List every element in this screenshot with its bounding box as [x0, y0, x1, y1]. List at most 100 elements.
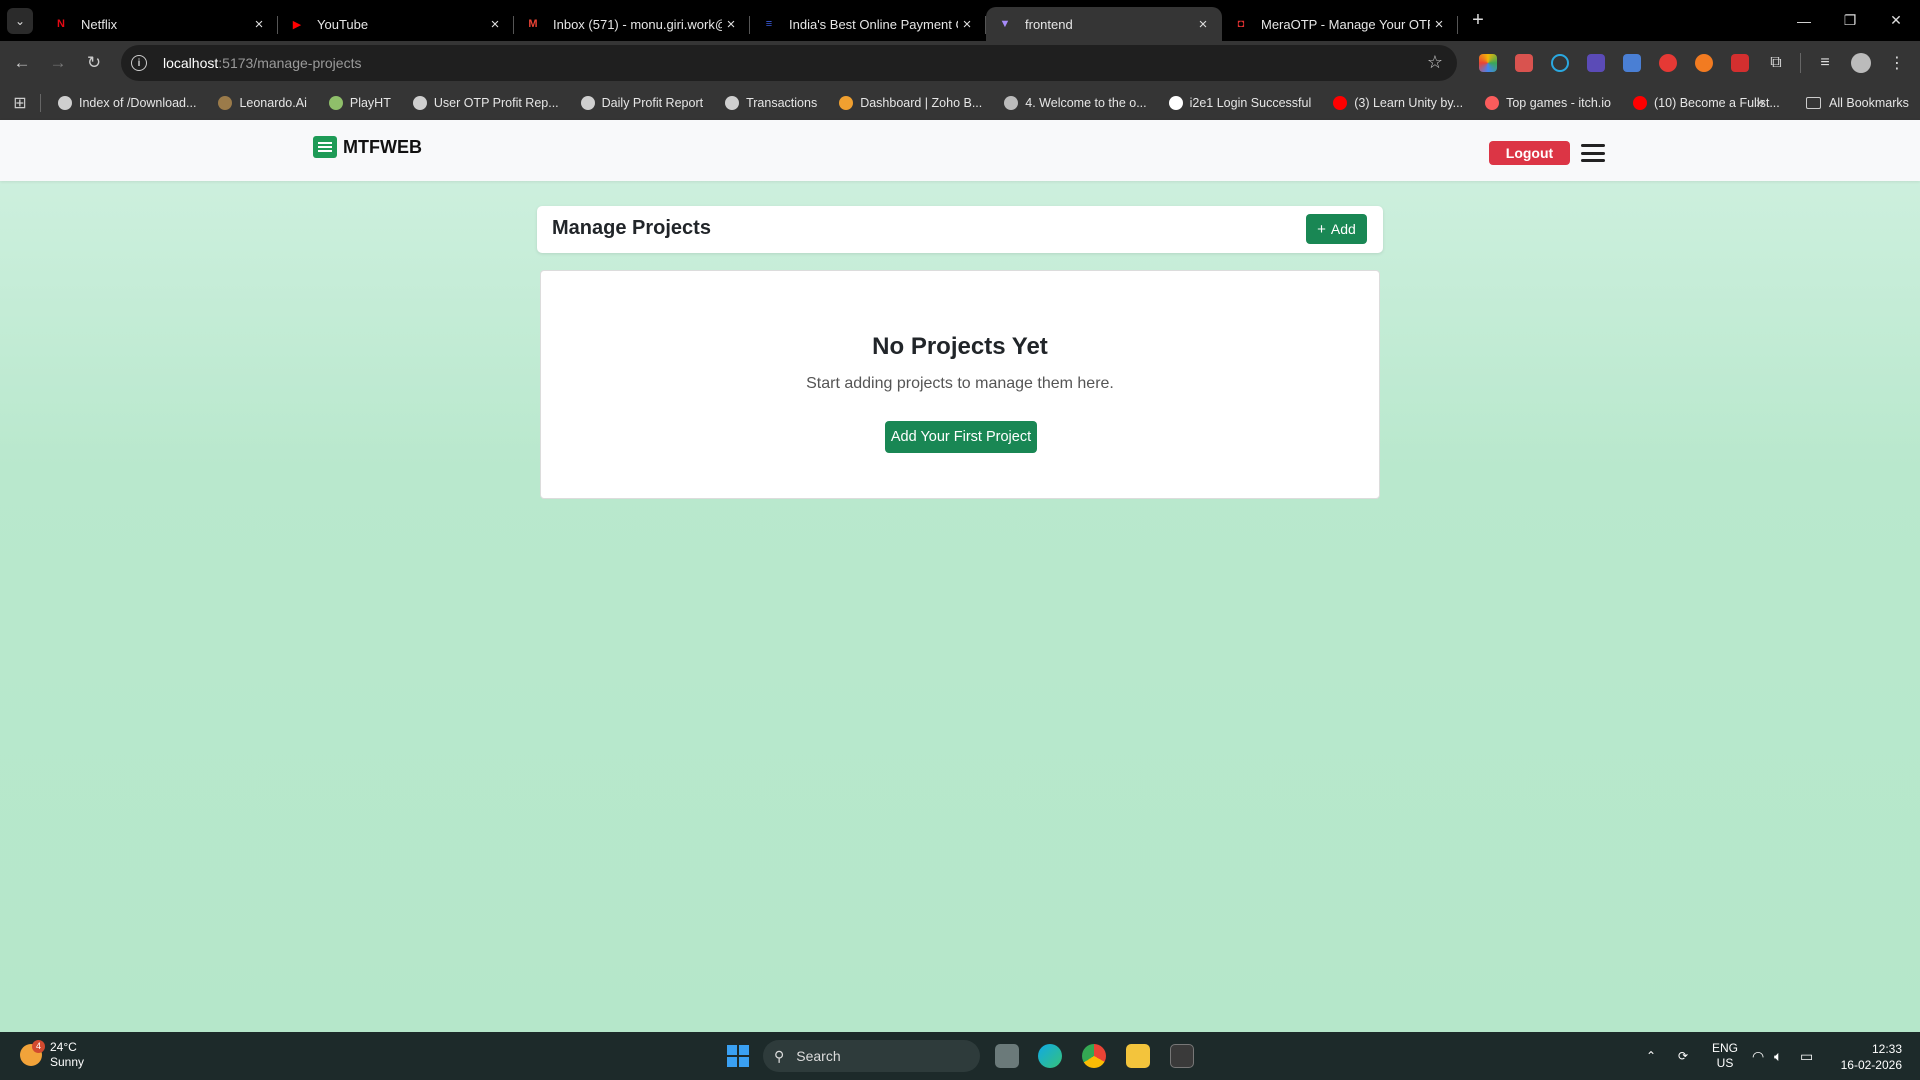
bookmark-label: Top games - itch.io — [1506, 95, 1611, 110]
extension-color-icon[interactable] — [1479, 54, 1497, 72]
task-view-icon[interactable] — [995, 1044, 1019, 1068]
url-text[interactable]: localhost:5173/manage-projects — [163, 55, 361, 71]
bookmark-label: User OTP Profit Rep... — [433, 95, 559, 110]
wifi-icon[interactable]: ◠ — [1752, 1032, 1764, 1080]
more-menu-icon[interactable]: ⋮ — [1879, 45, 1915, 81]
tab-title: Inbox (571) - monu.giri.work@g — [553, 16, 722, 32]
back-button[interactable]: ← — [4, 45, 40, 81]
browser-tab[interactable]: ≡ India's Best Online Payment Ga × — [750, 7, 986, 41]
brand-logo[interactable]: MTFWEB — [313, 136, 422, 158]
bookmark-label: Index of /Download... — [79, 95, 197, 110]
battery-icon[interactable]: ▭ — [1800, 1032, 1813, 1080]
close-icon: ✕ — [1890, 12, 1902, 28]
bookmark-label: i2e1 Login Successful — [1189, 95, 1312, 110]
tray-overflow-icon[interactable]: ⌃ — [1646, 1032, 1656, 1080]
tab-search-button[interactable]: ⌄ — [7, 7, 33, 34]
bookmarks-overflow-icon[interactable]: » — [1756, 85, 1765, 120]
close-window-button[interactable]: ✕ — [1873, 0, 1919, 41]
browser-tab[interactable]: N Netflix × — [42, 7, 278, 41]
forward-button[interactable]: → — [40, 45, 76, 81]
toolbar-divider — [1800, 53, 1801, 73]
arrow-left-icon: ← — [13, 53, 31, 72]
close-tab-icon[interactable]: × — [1430, 16, 1448, 33]
page-viewport: MTFWEB Logout Manage Projects + Add No P… — [0, 120, 1920, 1032]
bookmark-favicon-icon — [1168, 95, 1183, 110]
reload-button[interactable]: ↻ — [76, 45, 112, 81]
bookmark-item[interactable]: (3) Learn Unity by... — [1320, 95, 1472, 110]
chrome-browser-icon[interactable] — [1082, 1044, 1106, 1068]
tab-separator — [1457, 16, 1458, 34]
volume-icon[interactable]: 🔈︎ — [1774, 1032, 1782, 1080]
bookmark-favicon-icon — [218, 95, 233, 110]
profile-avatar-icon[interactable] — [1843, 45, 1879, 81]
extensions-area: ⧉ ≡ ⋮ — [1470, 41, 1915, 85]
app-navbar: MTFWEB Logout — [0, 120, 1920, 181]
bookmark-item[interactable]: Top games - itch.io — [1472, 95, 1620, 110]
browser-tab[interactable]: ▶ YouTube × — [278, 7, 514, 41]
logout-button[interactable]: Logout — [1489, 141, 1570, 165]
bookmark-label: (3) Learn Unity by... — [1354, 95, 1464, 110]
reading-list-icon[interactable]: ≡ — [1807, 45, 1843, 81]
bookmark-label: Daily Profit Report — [601, 95, 704, 110]
bookmark-item[interactable]: Dashboard | Zoho B... — [826, 95, 991, 110]
close-tab-icon[interactable]: × — [722, 16, 740, 33]
extension-gift-icon[interactable] — [1515, 54, 1533, 72]
bookmark-item[interactable]: User OTP Profit Rep... — [400, 95, 568, 110]
bookmark-item[interactable]: Index of /Download... — [45, 95, 205, 110]
tab-title: India's Best Online Payment Ga — [789, 16, 958, 32]
empty-state-title: No Projects Yet — [872, 333, 1048, 360]
add-project-button[interactable]: + Add — [1306, 214, 1367, 244]
address-bar[interactable]: i localhost:5173/manage-projects ☆ — [121, 45, 1457, 81]
bookmark-star-icon[interactable]: ☆ — [1427, 52, 1443, 73]
extension-badge-icon[interactable] — [1587, 54, 1605, 72]
favicon-icon: ▶ — [292, 18, 302, 31]
tab-title: Netflix — [81, 16, 118, 32]
site-info-icon[interactable]: i — [131, 55, 147, 71]
taskbar-search[interactable]: ⚲ Search — [763, 1040, 980, 1072]
bookmark-item[interactable]: 4. Welcome to the o... — [991, 95, 1155, 110]
edge-browser-icon[interactable] — [1038, 1044, 1062, 1068]
extension-translate-icon[interactable] — [1623, 54, 1641, 72]
browser-tab[interactable]: M Inbox (571) - monu.giri.work@g × — [514, 7, 750, 41]
extension-pdf-icon[interactable] — [1731, 54, 1749, 72]
taskbar-clock[interactable]: 12:33 16-02-2026 — [1838, 1041, 1902, 1073]
windows-start-icon[interactable] — [727, 1045, 749, 1067]
close-tab-icon[interactable]: × — [486, 16, 504, 33]
close-tab-icon[interactable]: × — [1194, 16, 1212, 33]
terminal-icon[interactable] — [1170, 1044, 1194, 1068]
browser-tab[interactable]: ▼ frontend × — [986, 7, 1222, 41]
reload-icon: ↻ — [86, 53, 102, 72]
extensions-puzzle-icon[interactable]: ⧉ — [1758, 45, 1794, 81]
bookmark-favicon-icon — [58, 95, 72, 110]
bookmark-item[interactable]: Daily Profit Report — [568, 95, 712, 110]
language-indicator[interactable]: ENG US — [1712, 1032, 1738, 1080]
tab-title: YouTube — [317, 16, 369, 32]
bookmark-item[interactable]: PlayHT — [316, 95, 400, 110]
apps-grid-icon[interactable]: ⊞ — [0, 93, 40, 113]
bookmark-label: Leonardo.Ai — [239, 95, 307, 110]
hamburger-menu-icon[interactable] — [1581, 144, 1605, 162]
bookmark-item[interactable]: Transactions — [712, 95, 826, 110]
file-explorer-icon[interactable] — [1126, 1044, 1150, 1068]
minimize-button[interactable]: — — [1781, 0, 1827, 41]
bookmark-favicon-icon — [839, 95, 854, 110]
weather-widget[interactable]: 4 24°C Sunny — [20, 1040, 84, 1070]
bookmark-label: Transactions — [746, 95, 818, 110]
bookmark-item[interactable]: Leonardo.Ai — [205, 95, 315, 110]
restore-button[interactable]: ❐ — [1827, 0, 1873, 41]
sync-icon[interactable]: ⟳ — [1678, 1032, 1688, 1080]
close-tab-icon[interactable]: × — [250, 16, 268, 33]
empty-state-card: No Projects Yet Start adding projects to… — [540, 270, 1380, 499]
extension-orange-icon[interactable] — [1695, 54, 1713, 72]
add-first-project-button[interactable]: Add Your First Project — [885, 421, 1037, 453]
all-bookmarks-button[interactable]: All Bookmarks — [1806, 85, 1909, 120]
extension-hand-icon[interactable] — [1659, 54, 1677, 72]
restore-icon: ❐ — [1843, 12, 1857, 28]
bookmark-favicon-icon — [328, 95, 343, 110]
browser-tab[interactable]: ◘ MeraOTP - Manage Your OTP S × — [1222, 7, 1458, 41]
new-tab-button[interactable]: + — [1464, 7, 1492, 35]
close-tab-icon[interactable]: × — [958, 16, 976, 33]
bookmark-item[interactable]: i2e1 Login Successful — [1156, 95, 1321, 110]
favicon-icon: ◘ — [1237, 18, 1245, 30]
extension-circle-icon[interactable] — [1551, 54, 1569, 72]
